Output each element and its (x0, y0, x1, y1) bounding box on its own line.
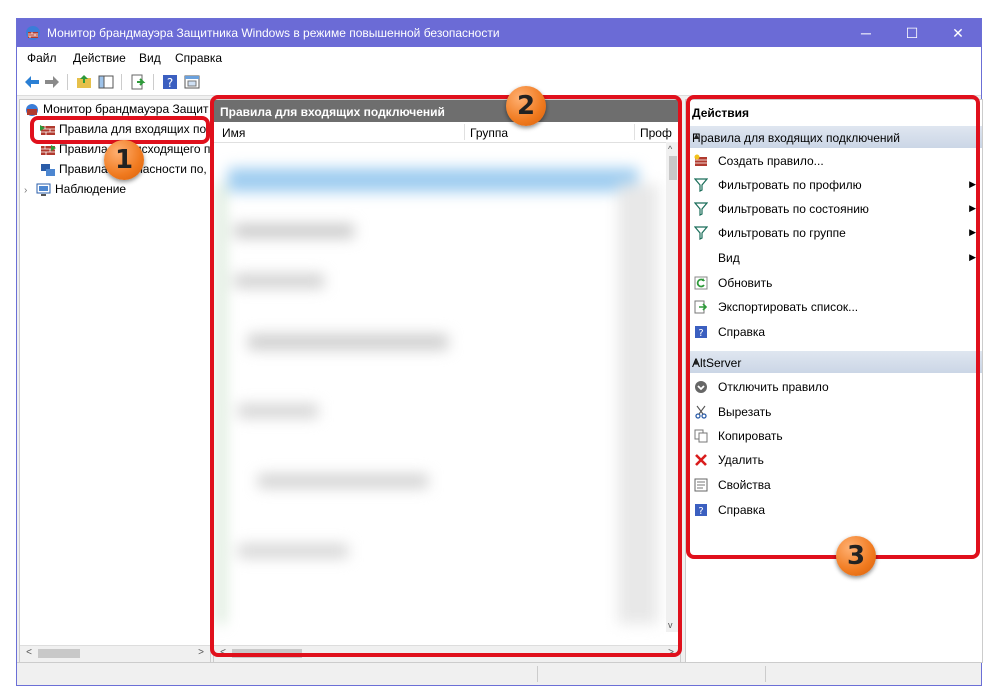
show-hide-tree-icon[interactable] (97, 73, 115, 91)
navigation-tree: Монитор брандмауэра Защит Правила для вх… (19, 99, 211, 663)
firewall-monitor-icon (26, 103, 38, 116)
callout-badge-1: 1 (104, 140, 144, 180)
toolbar-separator (121, 74, 122, 90)
menu-help[interactable]: Справка (175, 51, 222, 65)
expand-chevron-icon[interactable]: › (24, 185, 36, 196)
export-icon[interactable] (129, 73, 147, 91)
svg-text:?: ? (167, 76, 173, 90)
tree-root-label: Монитор брандмауэра Защит (43, 102, 209, 116)
scroll-thumb[interactable] (38, 649, 80, 658)
window-title: Монитор брандмауэра Защитника Windows в … (47, 26, 500, 40)
monitoring-icon (36, 183, 51, 196)
help-icon[interactable]: ? (161, 73, 179, 91)
minimize-button[interactable]: ─ (843, 19, 889, 47)
menu-file[interactable]: Файл (27, 51, 57, 65)
callout-badge-2: 2 (506, 86, 546, 126)
tree-item-monitoring[interactable]: › Наблюдение (24, 182, 126, 200)
menu-bar: Файл Действие Вид Справка (17, 47, 981, 69)
tree-horizontal-scrollbar[interactable]: < > (20, 645, 210, 662)
callout-frame-rules-list (210, 95, 682, 657)
status-bar (17, 662, 981, 685)
outbound-rules-icon (41, 144, 56, 155)
callout-frame-actions (686, 95, 980, 559)
tree-item-label: Наблюдение (55, 182, 127, 196)
toolbar: ? (17, 69, 981, 96)
properties-icon[interactable] (183, 73, 201, 91)
toolbar-separator (67, 74, 68, 90)
back-icon[interactable] (23, 73, 41, 91)
maximize-button[interactable]: ☐ (889, 19, 935, 47)
security-rules-icon (41, 163, 55, 176)
firewall-app-icon (26, 26, 40, 40)
callout-badge-3: 3 (836, 536, 876, 576)
menu-view[interactable]: Вид (139, 51, 161, 65)
close-button[interactable]: ✕ (935, 19, 981, 47)
title-bar: Монитор брандмауэра Защитника Windows в … (17, 19, 981, 47)
menu-action[interactable]: Действие (73, 51, 126, 65)
toolbar-separator (153, 74, 154, 90)
up-folder-icon[interactable] (75, 73, 93, 91)
forward-icon[interactable] (43, 73, 61, 91)
